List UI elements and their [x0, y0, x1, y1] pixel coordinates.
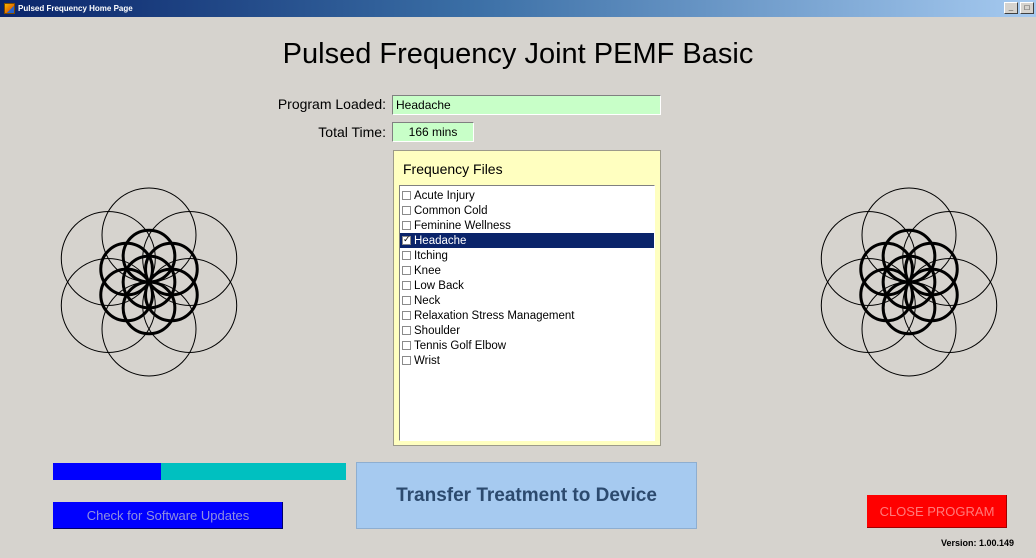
app-icon	[4, 3, 15, 14]
left-flower-of-life-icon	[60, 187, 238, 377]
maximize-button[interactable]: □	[1020, 2, 1034, 14]
list-item-label: Acute Injury	[414, 189, 475, 202]
list-item-label: Shoulder	[414, 324, 461, 337]
checkbox[interactable]	[402, 296, 411, 305]
transfer-treatment-button[interactable]: Transfer Treatment to Device	[356, 462, 697, 529]
total-time-label: Total Time:	[318, 124, 386, 140]
list-item-label: Tennis Golf Elbow	[414, 339, 507, 352]
minimize-button[interactable]: _	[1004, 2, 1018, 14]
list-item-label: Wrist	[414, 354, 440, 367]
list-item[interactable]: Feminine Wellness	[400, 218, 654, 233]
list-item-label: Relaxation Stress Management	[414, 309, 575, 322]
close-program-button[interactable]: CLOSE PROGRAM	[867, 495, 1007, 528]
page-title: Pulsed Frequency Joint PEMF Basic	[282, 38, 754, 70]
window-title: Pulsed Frequency Home Page	[18, 4, 133, 13]
list-item[interactable]: Wrist	[400, 353, 654, 368]
progress-bar-fill	[53, 463, 162, 480]
checkbox[interactable]	[402, 341, 411, 350]
frequency-files-title: Frequency Files	[403, 161, 503, 177]
window-titlebar[interactable]: Pulsed Frequency Home Page _ □	[0, 0, 1036, 17]
frequency-files-panel: Frequency Files Acute Injury Common Cold F…	[393, 150, 661, 446]
list-item-label: Neck	[414, 294, 441, 307]
checkbox[interactable]	[402, 266, 411, 275]
checkbox[interactable]	[402, 281, 411, 290]
frequency-files-list[interactable]: Acute Injury Common Cold Feminine Wellness…	[399, 185, 655, 441]
check-updates-button[interactable]: Check for Software Updates	[53, 502, 283, 529]
checkbox[interactable]	[402, 356, 411, 365]
list-item-label: Headache	[414, 234, 467, 247]
checkbox[interactable]	[402, 251, 411, 260]
right-flower-of-life-icon	[820, 187, 998, 377]
list-item-label: Itching	[414, 249, 448, 262]
checkbox[interactable]	[402, 326, 411, 335]
program-loaded-label: Program Loaded:	[277, 96, 386, 112]
window-controls: _ □	[1004, 2, 1034, 14]
list-item[interactable]: Neck	[400, 293, 654, 308]
checkbox[interactable]	[402, 206, 411, 215]
progress-bar	[53, 463, 346, 480]
checkbox[interactable]	[402, 221, 411, 230]
list-item-label: Common Cold	[414, 204, 488, 217]
list-item-label: Knee	[414, 264, 441, 277]
list-item[interactable]: Low Back	[400, 278, 654, 293]
list-item[interactable]: Shoulder	[400, 323, 654, 338]
checkbox[interactable]	[402, 311, 411, 320]
checkbox[interactable]	[402, 191, 411, 200]
list-item[interactable]: Tennis Golf Elbow	[400, 338, 654, 353]
list-item[interactable]: Acute Injury	[400, 188, 654, 203]
list-item[interactable]: Itching	[400, 248, 654, 263]
version-label: Version: 1.00.149	[940, 538, 1014, 548]
total-time-field: 166 mins	[392, 122, 474, 142]
list-item[interactable]: ✓ Headache	[400, 233, 654, 248]
checkbox[interactable]: ✓	[402, 236, 411, 245]
list-item[interactable]: Knee	[400, 263, 654, 278]
program-loaded-field: Headache	[392, 95, 661, 115]
list-item[interactable]: Relaxation Stress Management	[400, 308, 654, 323]
list-item-label: Low Back	[414, 279, 464, 292]
list-item[interactable]: Common Cold	[400, 203, 654, 218]
list-item-label: Feminine Wellness	[414, 219, 511, 232]
